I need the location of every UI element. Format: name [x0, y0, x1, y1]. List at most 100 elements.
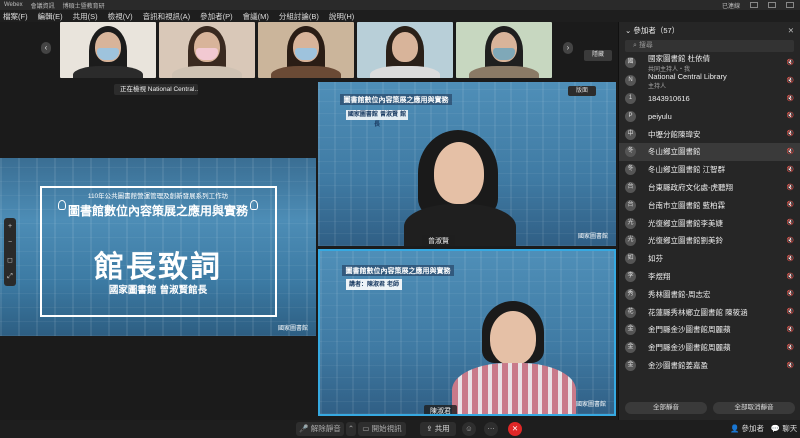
avatar: N [625, 75, 636, 87]
participant-row[interactable]: Ppeiyulu 🔇 [619, 107, 800, 125]
participant-row[interactable]: 花 花蓮縣秀林鄉立圖書館 陳筱涵 🔇 [619, 303, 800, 321]
menu-share[interactable]: 共用(S) [73, 11, 98, 22]
participant-row[interactable]: 台 台東縣政府文化處-虎聽翔 🔇 [619, 179, 800, 197]
participant-name-text: 金門縣金沙圖書館周麗蘋 [648, 325, 731, 335]
zoom-out-icon[interactable]: − [8, 239, 12, 246]
avatar: 金 [625, 342, 636, 354]
leave-meeting-button[interactable]: ✕ [508, 422, 522, 436]
menu-audio-video[interactable]: 音訊和視訊(A) [143, 11, 191, 22]
muted-mic-icon: 🔇 [786, 273, 794, 280]
participant-row[interactable]: 李 李煜翔 🔇 [619, 268, 800, 286]
participant-name: 中壢分館陳瑋安 [648, 129, 701, 140]
unmute-button[interactable]: 🎤 解除靜音 [296, 422, 344, 436]
close-icon[interactable]: ✕ [788, 26, 794, 35]
participant-name: 冬山鄉立圖書館 [648, 146, 701, 157]
participant-search-input[interactable]: ⌕ 搜尋 [625, 40, 794, 52]
participant-list: 國國家圖書館 杜依倩 共同主持人・我 🔇 N National Central Libr… [619, 54, 800, 374]
avatar: 李 [625, 270, 636, 282]
participant-row[interactable]: 國國家圖書館 杜依倩 共同主持人・我 🔇 [619, 53, 800, 73]
menu-breakout[interactable]: 分組討論(B) [279, 11, 319, 22]
tile-name: 曾淑賢 [422, 235, 455, 246]
participant-row[interactable]: 台 台南市立圖書館 藍柏霖 🔇 [619, 196, 800, 214]
participant-role: 主持人 [648, 83, 667, 90]
participant-row[interactable]: 秀 秀林圖書館-周志宏 🔇 [619, 285, 800, 303]
participant-row[interactable]: 金 金沙圖書館姜嘉盈 🔇 [619, 357, 800, 375]
participant-row[interactable]: 金 金門縣金沙圖書館周麗蘋 🔇 [619, 321, 800, 339]
avatar: 光 [625, 235, 636, 247]
hide-thumbnails-button[interactable]: 隱藏 [584, 50, 612, 61]
participant-name: 冬山鄉立圖書館 江智群 [648, 164, 725, 175]
more-options-icon[interactable]: ⋯ [484, 422, 498, 436]
slide-topic: 圖書館數位內容策展之應用與實務 [67, 204, 248, 218]
menu-edit[interactable]: 編輯(E) [38, 11, 63, 22]
avatar: 秀 [625, 288, 636, 300]
start-video-button[interactable]: ▭ 開始視訊 [358, 422, 406, 436]
muted-mic-icon: 🔇 [786, 344, 794, 351]
muted-mic-icon: 🔇 [786, 166, 794, 173]
participant-thumbnail[interactable] [456, 22, 552, 78]
audio-options-icon[interactable]: ⌃ [346, 422, 356, 436]
participant-row[interactable]: 光 光復鄉立圖書館李美婕 🔇 [619, 214, 800, 232]
slide-title: 館長致詞 [94, 250, 222, 285]
menu-meeting[interactable]: 會議(M) [243, 11, 269, 22]
avatar: 花 [625, 306, 636, 318]
participants-toggle-button[interactable]: 👤 參加者 [730, 422, 764, 436]
muted-mic-icon: 🔇 [786, 291, 794, 298]
muted-mic-icon: 🔇 [786, 184, 794, 191]
participant-row[interactable]: 金 金門縣金沙圖書館周麗蘋 🔇 [619, 339, 800, 357]
share-button[interactable]: ⇪ 共用 [420, 422, 456, 436]
menu-file[interactable]: 檔案(F) [3, 11, 28, 22]
participant-name-text: 光復鄉立圖書館李美婕 [648, 218, 723, 228]
meeting-toolbar: 🎤 解除靜音 ⌃ ▭ 開始視訊 ⇪ 共用 ☺ ⋯ ✕ 👤 參加者 💬 聊天 [0, 420, 800, 438]
muted-mic-icon: 🔇 [786, 77, 794, 84]
avatar: 冬 [625, 164, 636, 176]
fullscreen-icon[interactable]: ⤢ [7, 273, 13, 281]
participant-thumbnail[interactable] [60, 22, 156, 78]
participant-row[interactable]: 如 如芬 🔇 [619, 250, 800, 268]
shared-content: 110年公共圖書館營運管理及創新發展系列工作坊 圖書館數位內容策展之應用與實務 … [0, 158, 316, 336]
fit-icon[interactable]: ◻ [7, 256, 13, 264]
menu-participants[interactable]: 參加者(P) [200, 11, 233, 22]
close-window-button[interactable] [786, 2, 794, 8]
participant-name-text: 台東縣政府文化處-虎聽翔 [648, 182, 733, 192]
participant-thumbnail[interactable] [159, 22, 255, 78]
participant-row[interactable]: 1 1843910616 🔇 [619, 90, 800, 108]
chevron-down-icon[interactable]: ⌄ [625, 26, 633, 35]
avatar: 中 [625, 128, 636, 140]
video-tile-active[interactable]: 圖書館數位內容策展之應用與實務 講者：陳淑君 老師 陳淑君 國家圖書館 [318, 249, 616, 416]
participant-name: 李煜翔 [648, 271, 671, 282]
strip-next-icon[interactable]: › [563, 42, 573, 54]
maximize-button[interactable] [768, 2, 776, 8]
participant-name: 花蓮縣秀林鄉立圖書館 陳筱涵 [648, 307, 748, 318]
participant-name: National Central Library 主持人 [648, 72, 727, 90]
unmute-all-button[interactable]: 全部取消靜音 [713, 402, 795, 414]
participant-thumbnail[interactable] [258, 22, 354, 78]
strip-prev-icon[interactable]: ‹ [41, 42, 51, 54]
slide-speaker: 國家圖書館 曾淑賢館長 [108, 285, 208, 296]
menu-view[interactable]: 檢視(V) [108, 11, 133, 22]
participant-row[interactable]: 冬 冬山鄉立圖書館 🔇 [619, 142, 800, 161]
menu-help[interactable]: 說明(H) [329, 11, 354, 22]
menu-bar: 檔案(F) 編輯(E) 共用(S) 檢視(V) 音訊和視訊(A) 參加者(P) … [0, 10, 800, 22]
title-bar: Webex 會議資訊 博碩士暨教育研 已連線 [0, 0, 800, 10]
tile-name: 陳淑君 [424, 405, 457, 414]
chat-toggle-button[interactable]: 💬 聊天 [770, 422, 798, 436]
participant-thumbnail[interactable] [357, 22, 453, 78]
participant-name-text: 台南市立圖書館 藍柏霖 [648, 200, 726, 210]
zoom-in-icon[interactable]: + [8, 223, 12, 230]
participant-name: 金門縣金沙圖書館周麗蘋 [648, 342, 731, 353]
mute-all-button[interactable]: 全部靜音 [625, 402, 707, 414]
tile-subbanner: 講者：陳淑君 老師 [346, 279, 402, 290]
participant-row[interactable]: 冬 冬山鄉立圖書館 江智群 🔇 [619, 161, 800, 179]
participant-row[interactable]: N National Central Library 主持人 🔇 [619, 72, 800, 90]
meeting-info-link[interactable]: 會議資訊 [31, 1, 55, 10]
participant-row[interactable]: 中 中壢分館陳瑋安 🔇 [619, 125, 800, 143]
minimize-button[interactable] [750, 2, 758, 8]
slide-logo: 國家圖書館 [277, 326, 308, 332]
video-tile-speaker[interactable]: 圖書館數位內容策展之應用與實務 國家圖書館 曾淑賢 館長 曾淑賢 國家圖書館 [318, 82, 616, 246]
participant-row[interactable]: 光 光復鄉立圖書館劉美鈴 🔇 [619, 232, 800, 250]
participant-name-text: 1843910616 [648, 93, 690, 103]
layout-button[interactable]: 版面 [568, 86, 596, 96]
reactions-icon[interactable]: ☺ [462, 422, 476, 436]
participant-name: 國家圖書館 杜依倩 共同主持人・我 [648, 53, 710, 73]
